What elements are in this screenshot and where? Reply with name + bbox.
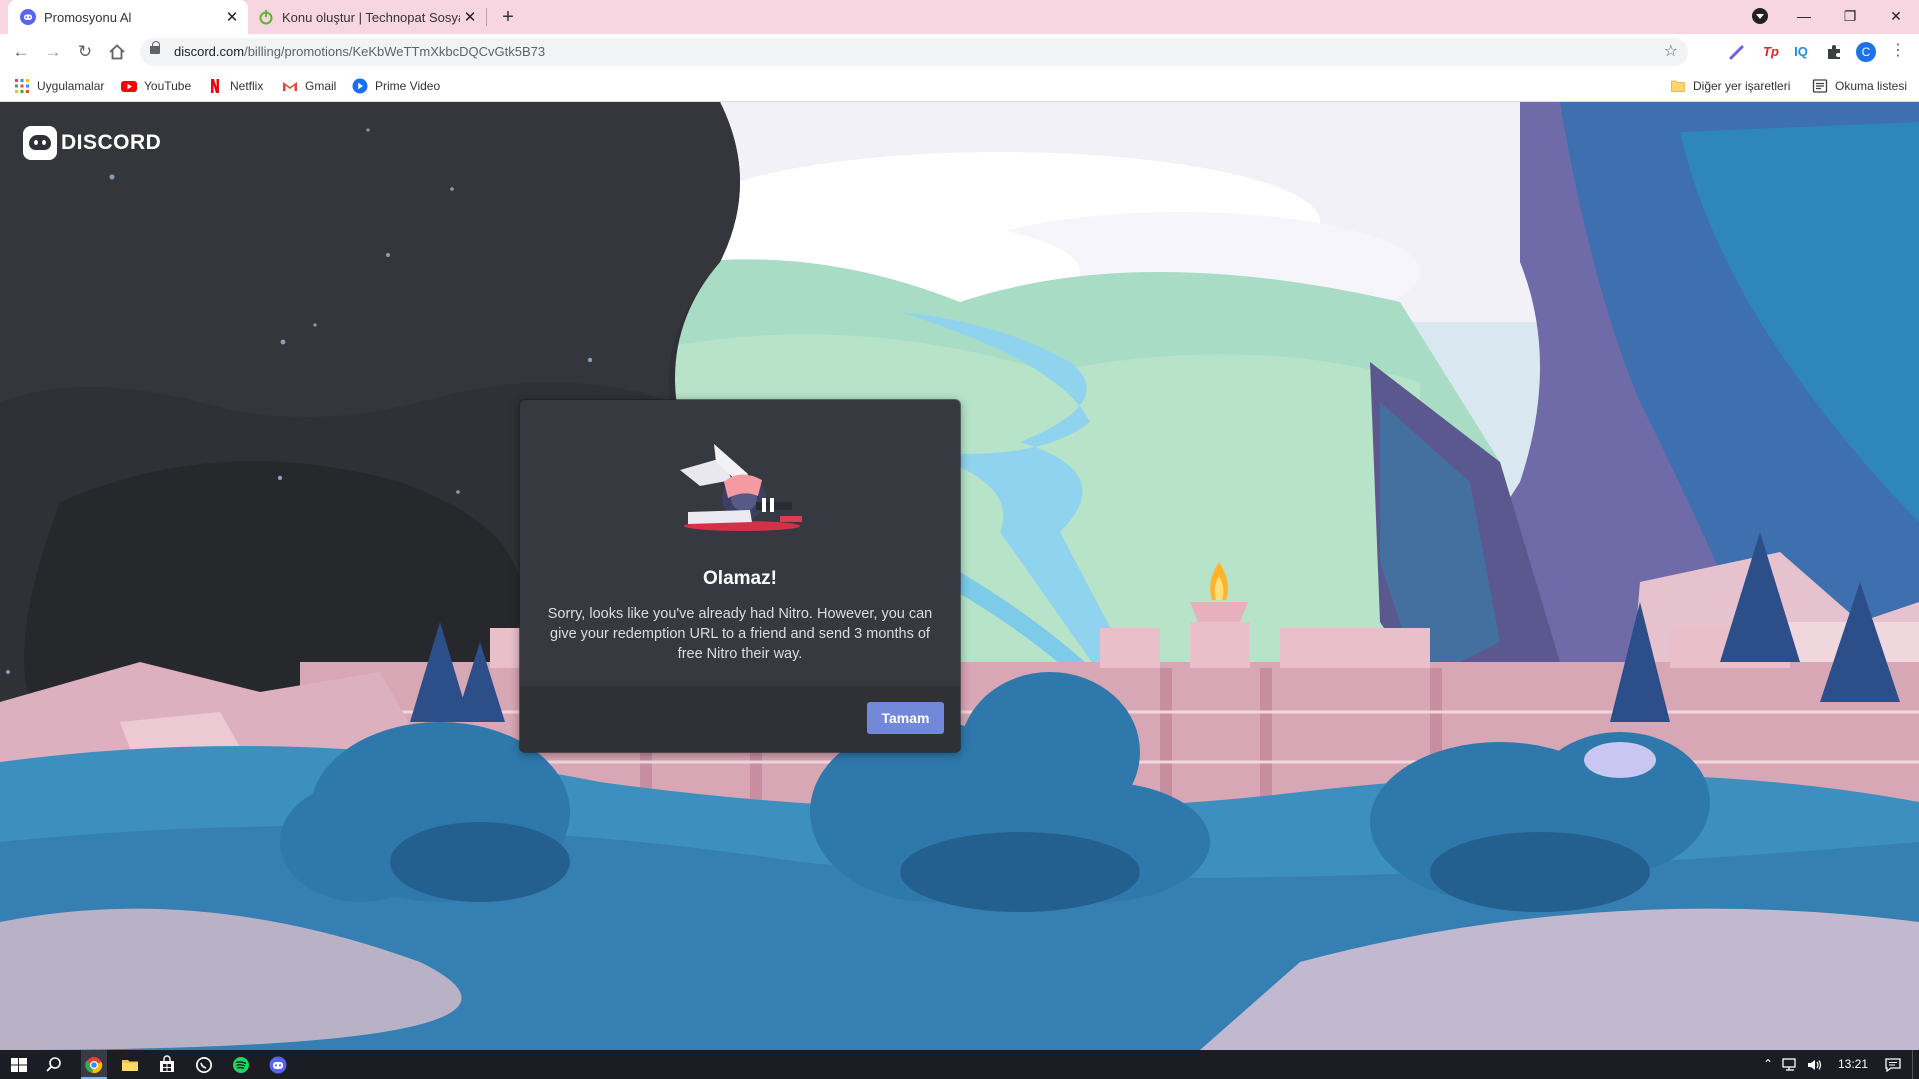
windows-taskbar: ⌃ 13:21 bbox=[0, 1050, 1919, 1079]
action-center-icon[interactable] bbox=[1884, 1057, 1902, 1073]
technopat-favicon-icon bbox=[259, 10, 273, 25]
close-tab-icon[interactable]: ✕ bbox=[460, 8, 480, 26]
ok-button[interactable]: Tamam bbox=[867, 702, 944, 734]
home-icon[interactable] bbox=[108, 43, 126, 61]
tab-konu-olustur[interactable]: Konu oluştur | Technopat Sosyal ✕ bbox=[250, 0, 486, 34]
back-icon[interactable]: ← bbox=[8, 39, 34, 65]
browser-toolbar: ← → ↻ discord.com/billing/promotions/KeK… bbox=[0, 34, 1919, 69]
file-explorer-icon[interactable] bbox=[119, 1054, 141, 1076]
reading-list-icon bbox=[1812, 78, 1828, 93]
iq-extension-icon[interactable]: IQ bbox=[1790, 42, 1812, 62]
bookmark-netflix[interactable]: Netflix bbox=[207, 69, 263, 102]
technopat-extension-icon[interactable]: Tp bbox=[1760, 42, 1782, 62]
show-desktop-button[interactable] bbox=[1912, 1050, 1917, 1079]
discord-promotion-page: DISCORD Olamaz! Sorry, looks like you've… bbox=[0, 102, 1919, 1050]
bookmark-label: Prime Video bbox=[375, 78, 441, 93]
discord-taskbar-icon[interactable] bbox=[267, 1054, 289, 1076]
error-modal: Olamaz! Sorry, looks like you've already… bbox=[520, 400, 960, 752]
close-tab-icon[interactable]: ✕ bbox=[222, 8, 242, 26]
apps-grid-icon bbox=[15, 78, 29, 93]
tab-title: Promosyonu Al bbox=[44, 9, 132, 25]
restore-icon[interactable]: ❐ bbox=[1827, 0, 1873, 34]
chrome-menu-icon[interactable]: ⋮ bbox=[1890, 41, 1906, 61]
tab-search-icon[interactable] bbox=[1752, 8, 1768, 24]
bookmarks-bar: Uygulamalar YouTube Netflix Gmail Prime … bbox=[0, 69, 1919, 102]
tab-strip: Promosyonu Al ✕ Konu oluştur | Technopat… bbox=[0, 0, 1919, 34]
modal-footer: Tamam bbox=[520, 686, 960, 752]
pen-extension-icon[interactable] bbox=[1728, 43, 1746, 61]
microsoft-store-icon[interactable] bbox=[156, 1054, 178, 1076]
modal-message: Sorry, looks like you've already had Nit… bbox=[547, 606, 933, 662]
youtube-icon bbox=[121, 80, 137, 92]
address-bar[interactable]: discord.com/billing/promotions/KeKbWeTTm… bbox=[140, 38, 1688, 66]
extensions-puzzle-icon[interactable] bbox=[1825, 43, 1843, 61]
bookmark-label: Gmail bbox=[305, 78, 337, 93]
tab-separator bbox=[486, 8, 487, 26]
bookmark-other[interactable]: Diğer yer işaretleri bbox=[1670, 69, 1790, 102]
tab-promosyonu-al[interactable]: Promosyonu Al ✕ bbox=[8, 0, 248, 34]
nitro-robot-illustration-icon bbox=[680, 444, 802, 531]
spotify-icon[interactable] bbox=[230, 1054, 252, 1076]
bookmark-label: Diğer yer işaretleri bbox=[1693, 78, 1791, 93]
search-icon[interactable] bbox=[43, 1054, 65, 1076]
netflix-icon bbox=[211, 78, 219, 93]
profile-avatar[interactable]: C bbox=[1856, 42, 1876, 62]
volume-icon[interactable] bbox=[1806, 1058, 1824, 1072]
prime-video-icon bbox=[352, 78, 368, 93]
address-text[interactable]: discord.com/billing/promotions/KeKbWeTTm… bbox=[174, 38, 545, 66]
close-window-icon[interactable]: ✕ bbox=[1873, 0, 1919, 34]
bookmark-label: YouTube bbox=[144, 78, 192, 93]
reload-icon[interactable]: ↻ bbox=[72, 39, 98, 65]
tab-title: Konu oluştur | Technopat Sosyal bbox=[282, 9, 460, 25]
bookmark-reading-list[interactable]: Okuma listesi bbox=[1812, 69, 1907, 102]
taskbar-clock[interactable]: 13:21 bbox=[1834, 1050, 1872, 1079]
folder-icon bbox=[1671, 80, 1685, 92]
new-tab-icon[interactable]: + bbox=[496, 5, 520, 29]
chrome-icon[interactable] bbox=[83, 1054, 105, 1076]
discord-logo-icon bbox=[23, 126, 57, 160]
bookmark-youtube[interactable]: YouTube bbox=[121, 69, 191, 102]
network-icon[interactable] bbox=[1782, 1058, 1800, 1072]
forward-icon[interactable]: → bbox=[40, 39, 66, 65]
bookmark-label: Netflix bbox=[230, 78, 264, 93]
bookmark-prime-video[interactable]: Prime Video bbox=[352, 69, 440, 102]
discord-wordmark: DISCORD bbox=[61, 131, 162, 154]
discord-favicon-icon bbox=[20, 9, 36, 25]
modal-title: Olamaz! bbox=[703, 568, 777, 589]
whatsapp-icon[interactable] bbox=[193, 1054, 215, 1076]
bookmark-label: Okuma listesi bbox=[1835, 78, 1908, 93]
gmail-icon bbox=[283, 81, 297, 91]
minimize-icon[interactable]: — bbox=[1781, 0, 1827, 34]
bookmark-star-icon[interactable]: ☆ bbox=[1664, 38, 1678, 66]
bookmark-apps[interactable]: Uygulamalar bbox=[14, 69, 104, 102]
discord-logo[interactable]: DISCORD bbox=[23, 126, 161, 160]
tray-overflow-icon[interactable]: ⌃ bbox=[1760, 1050, 1776, 1079]
bookmark-gmail[interactable]: Gmail bbox=[282, 69, 336, 102]
windows-start-icon[interactable] bbox=[8, 1054, 30, 1076]
lock-icon[interactable] bbox=[150, 41, 160, 54]
bookmark-label: Uygulamalar bbox=[37, 78, 105, 93]
